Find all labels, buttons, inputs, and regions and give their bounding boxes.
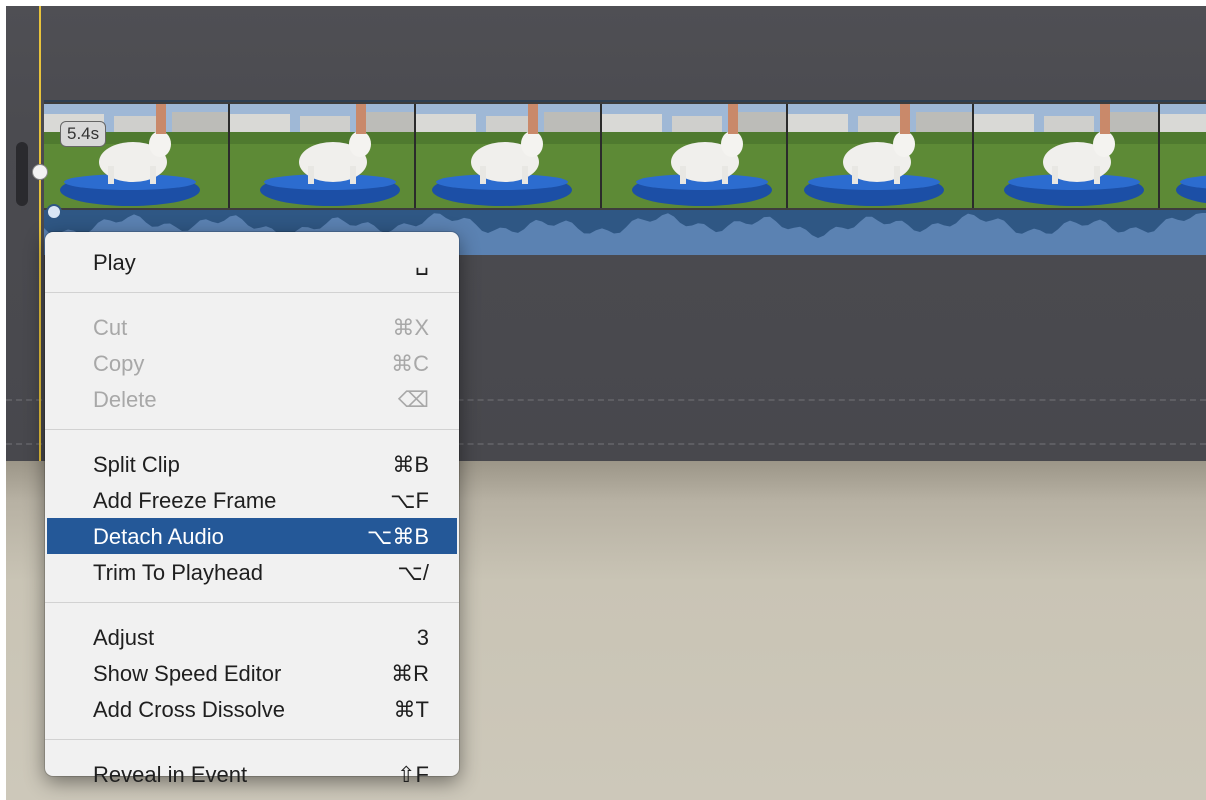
menu-item-label: Play [93, 250, 136, 275]
menu-item-shortcut: ␣ [415, 250, 429, 275]
menu-item-label: Trim To Playhead [93, 560, 263, 585]
menu-separator [45, 739, 459, 740]
clip-frame-thumbnail [416, 104, 602, 208]
menu-item-shortcut: ⌫ [397, 387, 429, 412]
menu-item-label: Show Speed Editor [93, 661, 282, 686]
menu-item-cut: Cut ⌘X [47, 309, 457, 345]
menu-item-trim-to-playhead[interactable]: Trim To Playhead ⌥/ [47, 554, 457, 590]
menu-item-label: Reveal in Event [93, 762, 248, 787]
menu-item-shortcut: ⌘R [391, 661, 429, 686]
audio-volume-handle[interactable] [46, 204, 62, 220]
clip-frame-thumbnail [230, 104, 416, 208]
playhead-handle[interactable] [32, 164, 48, 180]
menu-item-label: Delete [93, 387, 157, 412]
menu-item-label: Cut [93, 315, 128, 340]
menu-item-add-freeze-frame[interactable]: Add Freeze Frame ⌥F [47, 482, 457, 518]
menu-item-show-speed-editor[interactable]: Show Speed Editor ⌘R [47, 655, 457, 691]
menu-item-shortcut: ⌘C [391, 351, 429, 376]
menu-item-add-cross-dissolve[interactable]: Add Cross Dissolve ⌘T [47, 691, 457, 727]
menu-item-shortcut: ⌥⌘B [366, 524, 429, 549]
clip-duration-badge: 5.4s [60, 121, 107, 147]
menu-item-shortcut: 3 [416, 625, 429, 650]
menu-item-label: Add Cross Dissolve [93, 697, 285, 722]
menu-item-reveal-in-event[interactable]: Reveal in Event ⇧F [47, 756, 457, 792]
menu-separator [45, 602, 459, 603]
menu-separator [45, 429, 459, 430]
menu-item-adjust[interactable]: Adjust 3 [47, 619, 457, 655]
clip-frame-thumbnail [974, 104, 1160, 208]
imovie-window: 5.4s Play ␣ Cut ⌘X Copy ⌘C Delete ⌫ Split Clip ⌘B… [6, 6, 1206, 800]
playhead[interactable] [39, 6, 41, 461]
clip-frame-thumbnail [602, 104, 788, 208]
menu-item-label: Copy [93, 351, 145, 376]
video-clip[interactable] [44, 100, 1206, 212]
clip-frame-thumbnail [788, 104, 974, 208]
menu-item-shortcut: ⇧F [397, 762, 429, 787]
menu-item-copy: Copy ⌘C [47, 345, 457, 381]
menu-item-delete: Delete ⌫ [47, 381, 457, 417]
menu-item-shortcut: ⌘X [392, 315, 429, 340]
menu-item-shortcut: ⌘B [392, 452, 429, 477]
clip-frame-thumbnail [44, 104, 230, 208]
menu-item-label: Add Freeze Frame [93, 488, 277, 513]
menu-item-play[interactable]: Play ␣ [47, 244, 457, 280]
clip-frame-thumbnail [1160, 104, 1206, 208]
timeline-scroll-handle[interactable] [16, 142, 28, 206]
menu-item-shortcut: ⌥/ [397, 560, 429, 585]
menu-item-detach-audio[interactable]: Detach Audio ⌥⌘B [47, 518, 457, 554]
menu-item-shortcut: ⌥F [390, 488, 429, 513]
menu-item-split-clip[interactable]: Split Clip ⌘B [47, 446, 457, 482]
menu-item-label: Detach Audio [93, 524, 224, 549]
context-menu: Play ␣ Cut ⌘X Copy ⌘C Delete ⌫ Split Clip ⌘B Add F… [45, 232, 459, 787]
menu-item-label: Adjust [93, 625, 155, 650]
menu-item-shortcut: ⌘T [393, 697, 429, 722]
menu-item-label: Split Clip [93, 452, 180, 477]
menu-separator [45, 292, 459, 293]
